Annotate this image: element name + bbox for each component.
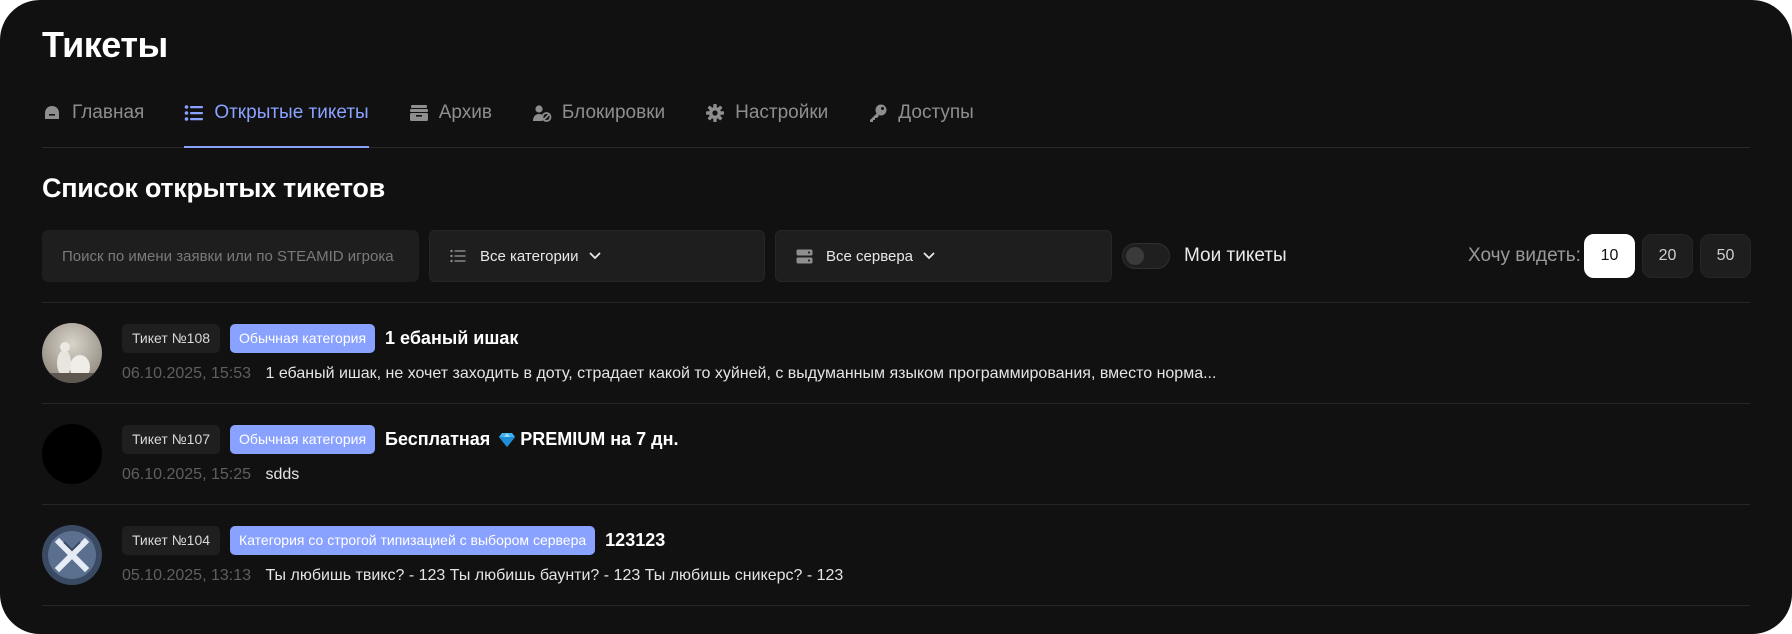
filter-bar: Все категории Все сервера Мои тикеты Хоч… bbox=[42, 230, 1751, 282]
tab-open-tickets[interactable]: Открытые тикеты bbox=[184, 98, 370, 148]
tab-label: Архив bbox=[438, 102, 492, 123]
home-icon bbox=[42, 103, 62, 123]
ticket-date: 05.10.2025, 13:13 bbox=[122, 567, 252, 584]
tab-label: Главная bbox=[72, 102, 145, 123]
tab-settings[interactable]: Настройки bbox=[705, 98, 828, 128]
page-size-50-button[interactable]: 50 bbox=[1700, 234, 1751, 278]
ticket-text: Ты любишь твикс? - 123 Ты любишь баунти?… bbox=[265, 567, 844, 584]
ticket-number: Тикет №104 bbox=[122, 526, 221, 555]
gem-icon bbox=[498, 432, 516, 448]
ticket-preview: 06.10.2025, 15:53 1 ебаный ишак, не хоче… bbox=[122, 365, 1216, 383]
category-badge: Обычная категория bbox=[230, 425, 376, 454]
tab-label: Открытые тикеты bbox=[214, 102, 369, 123]
page-size-20-button[interactable]: 20 bbox=[1642, 234, 1693, 278]
ticket-title: 123123 bbox=[605, 530, 666, 550]
ticket-row[interactable]: Тикет №104 Категория со строгой типизаци… bbox=[42, 505, 1750, 606]
category-badge: Обычная категория bbox=[230, 324, 376, 353]
ticket-row[interactable]: Тикет №107 Обычная категория Бесплатная … bbox=[42, 404, 1750, 505]
ticket-title-prefix: Бесплатная bbox=[385, 429, 491, 449]
ticket-title: 1 ебаный ишак bbox=[385, 328, 519, 348]
avatar bbox=[42, 424, 102, 484]
ticket-text: 1 ебаный ишак, не хочет заходить в доту,… bbox=[265, 365, 1217, 382]
gear-icon bbox=[705, 103, 725, 123]
avatar bbox=[42, 323, 102, 383]
tab-label: Доступы bbox=[898, 102, 974, 123]
tab-label: Настройки bbox=[735, 102, 829, 123]
tab-archive[interactable]: Архив bbox=[409, 98, 492, 128]
ticket-meta: Тикет №104 Категория со строгой типизаци… bbox=[122, 526, 665, 555]
toggle-switch[interactable] bbox=[1122, 243, 1170, 269]
ticket-title-suffix: PREMIUM на 7 дн. bbox=[520, 429, 679, 449]
server-dropdown[interactable]: Все сервера bbox=[775, 230, 1112, 282]
section-title: Список открытых тикетов bbox=[42, 173, 385, 203]
my-tickets-label: Мои тикеты bbox=[1184, 245, 1287, 266]
page-title: Тикеты bbox=[42, 24, 168, 65]
archive-icon bbox=[409, 103, 429, 123]
toggle-knob bbox=[1126, 247, 1144, 265]
server-icon bbox=[796, 247, 814, 265]
chevron-down-icon bbox=[589, 252, 601, 260]
category-dropdown-label: Все категории bbox=[480, 247, 579, 265]
ticket-date: 06.10.2025, 15:25 bbox=[122, 466, 252, 483]
avatar bbox=[42, 525, 102, 585]
category-badge: Категория со строгой типизацией с выборо… bbox=[230, 526, 596, 555]
tab-access[interactable]: Доступы bbox=[868, 98, 974, 128]
page-size-10-button[interactable]: 10 bbox=[1584, 234, 1635, 278]
ticket-meta: Тикет №108 Обычная категория 1 ебаный иш… bbox=[122, 324, 518, 353]
ticket-date: 06.10.2025, 15:53 bbox=[122, 365, 252, 382]
ticket-meta: Тикет №107 Обычная категория Бесплатная … bbox=[122, 425, 678, 454]
page-size-label: Хочу видеть: bbox=[1468, 245, 1581, 266]
user-block-icon bbox=[532, 103, 552, 123]
ticket-text: sdds bbox=[265, 466, 300, 483]
tab-bar: Главная Открытые тикеты Архив Блокировки… bbox=[42, 98, 1750, 148]
category-dropdown[interactable]: Все категории bbox=[429, 230, 765, 282]
ticket-title: Бесплатная PREMIUM на 7 дн. bbox=[385, 429, 678, 450]
server-dropdown-label: Все сервера bbox=[826, 247, 914, 265]
tab-home[interactable]: Главная bbox=[42, 98, 144, 128]
ticket-number: Тикет №108 bbox=[122, 324, 221, 353]
key-icon bbox=[868, 103, 888, 123]
list-icon bbox=[450, 247, 468, 265]
ticket-number: Тикет №107 bbox=[122, 425, 221, 454]
ticket-list: Тикет №108 Обычная категория 1 ебаный иш… bbox=[42, 302, 1750, 606]
ticket-row[interactable]: Тикет №108 Обычная категория 1 ебаный иш… bbox=[42, 303, 1750, 404]
tab-blocks[interactable]: Блокировки bbox=[532, 98, 665, 128]
tickets-panel: Тикеты Главная Открытые тикеты Архив Бло… bbox=[0, 0, 1792, 634]
my-tickets-toggle[interactable]: Мои тикеты bbox=[1122, 238, 1287, 274]
list-icon bbox=[184, 103, 204, 123]
ticket-preview: 05.10.2025, 13:13 Ты любишь твикс? - 123… bbox=[122, 567, 843, 585]
tab-label: Блокировки bbox=[561, 102, 666, 123]
search-input[interactable] bbox=[42, 230, 419, 282]
chevron-down-icon bbox=[923, 252, 935, 260]
ticket-preview: 06.10.2025, 15:25 sdds bbox=[122, 466, 299, 484]
